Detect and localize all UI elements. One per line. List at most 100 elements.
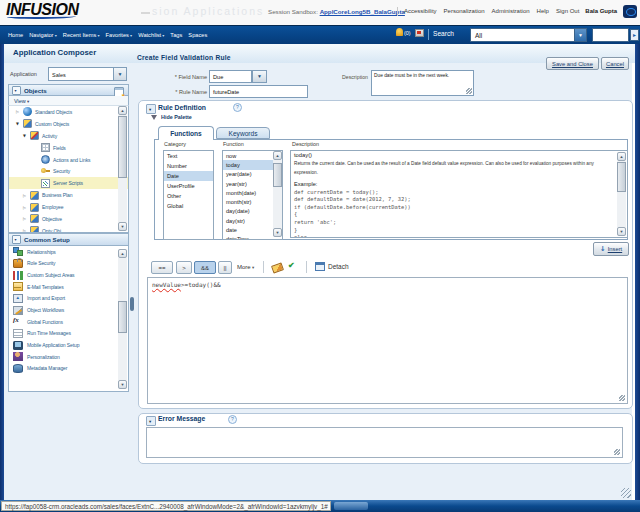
function-scrollbar[interactable]: ▲ ▼ (273, 151, 282, 237)
menu-item[interactable]: Favorites (106, 32, 133, 38)
function-item[interactable]: dateTime (223, 235, 273, 240)
window-resize-grip[interactable] (621, 488, 631, 498)
op-greater-button[interactable]: > (176, 261, 192, 274)
category-item[interactable]: UserProfile (164, 181, 213, 191)
category-item[interactable]: Number (164, 161, 213, 171)
tree-expand-arrow[interactable] (19, 193, 30, 198)
scroll-down-icon[interactable]: ▼ (118, 380, 127, 389)
search-scope-select[interactable]: All▼ (470, 28, 587, 42)
list-item[interactable]: Import and Export (9, 293, 128, 305)
chevron-down-icon[interactable]: ▼ (113, 68, 126, 80)
validate-icon[interactable]: ✔ (288, 261, 295, 270)
category-item[interactable]: Date (164, 171, 213, 181)
common-setup-header[interactable]: ˇCommon Setup (8, 233, 129, 246)
tree-item[interactable]: Activity (9, 130, 128, 142)
splitter-handle[interactable] (130, 297, 134, 311)
list-item[interactable]: Role Security (9, 258, 128, 270)
tree-item[interactable]: Business Plan (9, 189, 128, 201)
tree-item[interactable]: Employee (9, 201, 128, 213)
menu-item[interactable]: Spaces (188, 32, 207, 38)
search-go-button[interactable]: ▸ (630, 29, 639, 41)
bell-icon[interactable] (396, 28, 403, 36)
top-link[interactable]: Help (537, 8, 549, 14)
list-item[interactable]: Personalization (9, 351, 128, 363)
list-item[interactable]: Mobile Application Setup (9, 339, 128, 351)
top-link[interactable]: Sign Out (556, 8, 579, 14)
rule-name-input[interactable]: futureDate (209, 85, 308, 98)
hide-palette-link[interactable]: Hide Palette (161, 114, 192, 120)
tree-scrollbar[interactable]: ▲ ▼ (118, 106, 127, 231)
scroll-down-icon[interactable]: ▼ (273, 228, 282, 237)
list-item[interactable]: Run Time Messages (9, 328, 128, 340)
resize-grip[interactable] (614, 449, 620, 455)
flag-icon[interactable] (415, 29, 423, 37)
resize-grip[interactable] (619, 395, 625, 401)
tree-expand-arrow[interactable] (12, 121, 23, 126)
section-collapse-icon[interactable]: ˇ (146, 416, 156, 426)
tab-keywords[interactable]: Keywords (216, 127, 270, 139)
category-item[interactable]: Text (164, 151, 213, 161)
function-item[interactable]: day(date) (223, 207, 273, 216)
function-item[interactable]: year(date) (223, 170, 273, 179)
objects-view-menubar[interactable]: View (8, 96, 129, 106)
tree-item[interactable]: Opty Obj (9, 225, 128, 233)
scroll-thumb[interactable] (118, 301, 127, 333)
menu-item[interactable]: Tags (170, 32, 182, 38)
tree-expand-arrow[interactable] (12, 109, 23, 114)
scroll-up-icon[interactable]: ▲ (118, 249, 127, 258)
list-item[interactable]: Metadata Manager (9, 363, 128, 375)
menu-item[interactable]: Recent Items (63, 32, 100, 38)
tree-item[interactable]: Actions and Links (9, 154, 128, 166)
top-link[interactable]: Personalization (444, 8, 485, 14)
scroll-up-icon[interactable]: ▲ (118, 106, 127, 115)
list-item[interactable]: Global Functions (9, 316, 128, 328)
resize-grip[interactable] (466, 88, 472, 94)
scroll-thumb[interactable] (273, 163, 282, 187)
tree-item[interactable]: Server Scripts (9, 177, 128, 189)
detach-button[interactable]: Detach (328, 263, 349, 270)
function-item[interactable]: year(str) (223, 179, 273, 188)
scroll-down-icon[interactable]: ▼ (118, 222, 127, 231)
list-item[interactable]: E-Mail Templates (9, 281, 128, 293)
function-item[interactable]: today (223, 160, 273, 169)
objects-panel-header[interactable]: ˇObjects (8, 84, 129, 96)
user-name[interactable]: Bala Gupta (585, 8, 617, 14)
more-menu[interactable]: More (237, 264, 254, 270)
tree-item[interactable]: Fields (9, 142, 128, 154)
application-select[interactable]: Sales▼ (48, 67, 127, 81)
tree-item[interactable]: Standard Objects (9, 106, 128, 118)
field-name-select[interactable]: Due (209, 70, 252, 83)
tree-expand-arrow[interactable] (19, 205, 30, 210)
section-collapse-icon[interactable]: ˇ (146, 104, 156, 114)
scroll-thumb[interactable] (617, 162, 626, 192)
list-item[interactable]: Relationships (9, 246, 128, 258)
top-link[interactable]: Administration (492, 8, 530, 14)
function-item[interactable]: month(date) (223, 188, 273, 197)
scroll-down-icon[interactable]: ▼ (617, 227, 626, 236)
alert-count[interactable]: (0) (404, 30, 411, 36)
category-item[interactable]: Other (164, 191, 213, 201)
search-input[interactable] (592, 28, 629, 42)
description-scrollbar[interactable]: ▲ ▼ (617, 152, 626, 236)
save-and-close-button[interactable]: Save and Close (546, 57, 599, 70)
scroll-up-icon[interactable]: ▲ (617, 152, 626, 161)
detach-icon[interactable] (315, 262, 325, 271)
tree-expand-arrow[interactable] (19, 133, 30, 138)
chevron-down-icon[interactable]: ▼ (252, 70, 267, 83)
common-setup-scrollbar[interactable]: ▲ ▼ (118, 249, 127, 389)
scroll-thumb[interactable] (118, 116, 127, 178)
tree-expand-arrow[interactable] (19, 216, 30, 221)
scroll-up-icon[interactable]: ▲ (273, 151, 282, 160)
new-window-icon[interactable] (114, 87, 124, 97)
menu-item[interactable]: Watchlist (138, 32, 164, 38)
function-item[interactable]: day(str) (223, 216, 273, 225)
op-or-button[interactable]: || (218, 261, 232, 274)
error-message-textarea[interactable] (146, 427, 623, 458)
help-icon[interactable]: ? (233, 103, 242, 112)
function-item[interactable]: date (223, 225, 273, 234)
brand-icon[interactable] (623, 5, 637, 18)
category-item[interactable]: Global (164, 201, 213, 211)
tree-item[interactable]: Security (9, 165, 128, 177)
view-menu[interactable]: View (14, 98, 29, 104)
menu-item[interactable]: Home (8, 32, 23, 38)
